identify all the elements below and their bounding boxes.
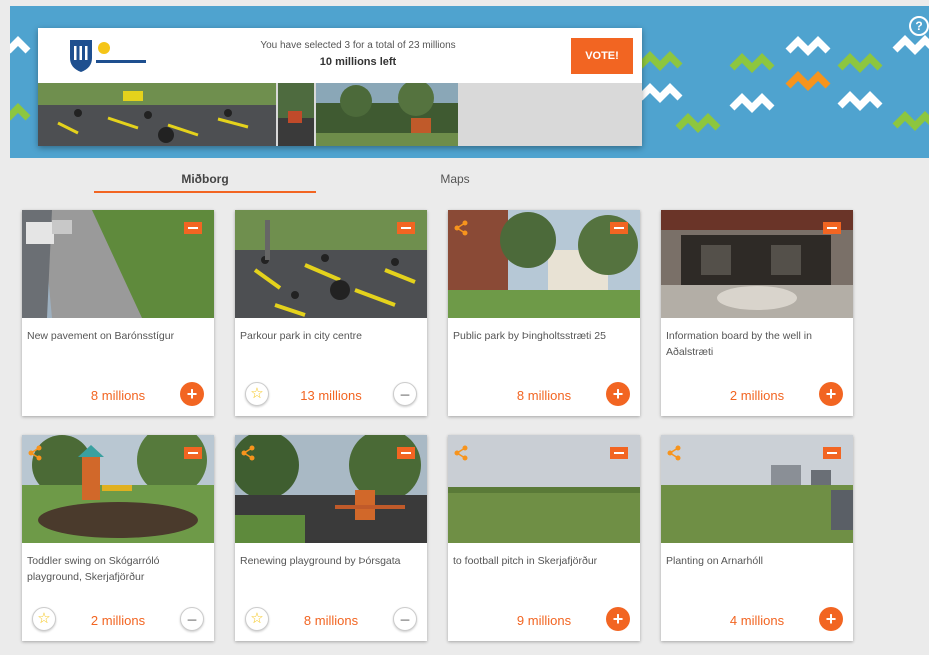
project-image <box>661 210 853 318</box>
project-image <box>235 210 427 318</box>
project-card[interactable]: New pavement on Barónsstígur 8 millions … <box>22 210 214 416</box>
remove-project-button[interactable]: − <box>393 382 417 406</box>
project-title: New pavement on Barónsstígur <box>27 330 175 342</box>
flag-icon[interactable] <box>823 447 841 459</box>
project-title: Planting on Arnarhóll <box>666 555 763 567</box>
selected-thumb[interactable] <box>316 83 458 146</box>
share-icon[interactable] <box>454 445 468 461</box>
share-icon[interactable] <box>454 220 468 236</box>
flag-icon[interactable] <box>184 222 202 234</box>
selection-summary: You have selected 3 for a total of 23 mi… <box>260 40 456 51</box>
flag-icon[interactable] <box>397 222 415 234</box>
tab-maps[interactable]: Maps <box>400 172 510 186</box>
flag-icon[interactable] <box>823 222 841 234</box>
project-title: Information board by the well in Aðalstr… <box>666 330 812 358</box>
add-project-button[interactable]: + <box>606 607 630 631</box>
add-project-button[interactable]: + <box>606 382 630 406</box>
project-title: Public park by Þingholtsstræti 25 <box>453 330 606 342</box>
remove-project-button[interactable]: − <box>180 607 204 631</box>
active-tab-indicator <box>94 191 316 193</box>
project-card[interactable]: Renewing playground by Þórsgata ☆ 8 mill… <box>235 435 427 641</box>
help-icon[interactable]: ? <box>909 16 929 36</box>
selection-panel: You have selected 3 for a total of 23 mi… <box>38 28 642 146</box>
project-image <box>448 210 640 318</box>
selected-thumb[interactable] <box>278 83 314 146</box>
project-image <box>22 210 214 318</box>
project-title: to football pitch in Skerjafjörður <box>453 555 598 567</box>
project-card[interactable]: Planting on Arnarhóll 4 millions + <box>661 435 853 641</box>
remove-project-button[interactable]: − <box>393 607 417 631</box>
share-icon[interactable] <box>241 445 255 461</box>
tab-midborg[interactable]: Miðborg <box>94 172 316 186</box>
selected-thumbnails <box>38 83 642 146</box>
project-card[interactable]: Information board by the well in Aðalstr… <box>661 210 853 416</box>
project-title: Toddler swing on Skógarróló playground, … <box>27 555 160 583</box>
flag-icon[interactable] <box>610 222 628 234</box>
city-logo-icon <box>70 40 146 72</box>
flag-icon[interactable] <box>184 447 202 459</box>
project-card[interactable]: Public park by Þingholtsstræti 25 8 mill… <box>448 210 640 416</box>
project-image <box>448 435 640 543</box>
project-title: Renewing playground by Þórsgata <box>240 555 401 567</box>
share-icon[interactable] <box>28 445 42 461</box>
add-project-button[interactable]: + <box>819 607 843 631</box>
selected-thumb[interactable] <box>38 83 276 146</box>
flag-icon[interactable] <box>610 447 628 459</box>
project-image <box>661 435 853 543</box>
budget-remaining: 10 millions left <box>319 56 397 68</box>
project-image <box>235 435 427 543</box>
flag-icon[interactable] <box>397 447 415 459</box>
project-image <box>22 435 214 543</box>
project-card[interactable]: to football pitch in Skerjafjörður 9 mil… <box>448 435 640 641</box>
project-title: Parkour park in city centre <box>240 330 362 342</box>
project-card[interactable]: Toddler swing on Skógarróló playground, … <box>22 435 214 641</box>
header-banner: ? You have selected 3 for a total of 23 … <box>10 6 929 158</box>
add-project-button[interactable]: + <box>180 382 204 406</box>
project-card[interactable]: Parkour park in city centre ☆ 13 million… <box>235 210 427 416</box>
add-project-button[interactable]: + <box>819 382 843 406</box>
share-icon[interactable] <box>667 445 681 461</box>
vote-button[interactable]: VOTE! <box>571 38 633 74</box>
